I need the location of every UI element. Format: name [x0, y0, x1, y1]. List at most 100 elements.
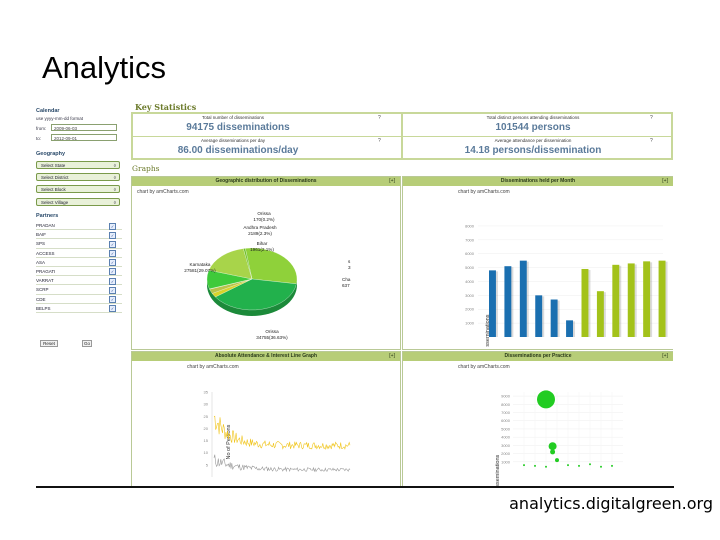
- partner-label: SPS: [36, 241, 46, 247]
- partner-row[interactable]: PRADAN ✓: [36, 221, 122, 231]
- key-statistics-title: Key Statistics: [135, 102, 197, 112]
- bar: [581, 268, 589, 337]
- sidebar: Calendar use yyyy-mm-dd format from: 200…: [33, 100, 125, 360]
- pie-label: 27581(29.07%): [184, 268, 216, 273]
- partner-label: BAIF: [36, 232, 47, 238]
- from-date-input[interactable]: 2009-06-03: [51, 124, 117, 131]
- select-block[interactable]: Select Block ◊: [36, 185, 120, 193]
- line-chart: 35 30 25 20 15 10 5 No of Persons: [204, 390, 351, 477]
- scatter-point: [523, 464, 525, 467]
- checkbox-checked-icon[interactable]: ✓: [109, 268, 116, 276]
- stat-label: Total number of disseminations: [201, 115, 265, 120]
- y-tick-label: 4000: [465, 279, 475, 284]
- expand-toggle[interactable]: [+]: [662, 352, 668, 361]
- checkbox-checked-icon[interactable]: ✓: [109, 286, 116, 294]
- bar-shadow: [511, 267, 514, 337]
- go-button[interactable]: Go: [82, 340, 92, 347]
- y-tick-label: 1000: [501, 459, 511, 464]
- partner-row[interactable]: BAIF ✓: [36, 230, 122, 240]
- help-icon[interactable]: ?: [378, 115, 381, 121]
- scatter-point: [550, 449, 556, 455]
- expand-toggle[interactable]: [+]: [389, 177, 395, 186]
- y-tick-label: 10: [204, 450, 209, 455]
- to-date-input[interactable]: 2012-09-01: [51, 134, 117, 141]
- y-tick-label: 7000: [465, 237, 475, 242]
- graphs-title: Graphs: [132, 164, 160, 173]
- help-icon[interactable]: ?: [650, 138, 653, 144]
- y-tick-label: 35: [204, 390, 209, 395]
- geography-title: Geography: [36, 151, 66, 157]
- bar-shadow: [573, 321, 576, 337]
- y-tick-label: 30: [204, 402, 209, 407]
- expand-toggle[interactable]: [+]: [662, 177, 668, 186]
- stat-value: 101544 persons: [495, 122, 571, 133]
- partner-row[interactable]: PRAGATI ✓: [36, 267, 122, 277]
- checkbox-checked-icon[interactable]: ✓: [109, 240, 116, 248]
- checkbox-checked-icon[interactable]: ✓: [109, 305, 116, 313]
- disseminations-per-month-panel: Disseminations held per Month [+] chart b…: [402, 176, 673, 350]
- footer-url: analytics.digitalgreen.org: [509, 494, 713, 513]
- checkbox-checked-icon[interactable]: ✓: [109, 259, 116, 267]
- pie-label: Orissa: [265, 329, 279, 334]
- panel-header: Disseminations per Practice [+]: [403, 352, 673, 361]
- y-tick-label: 8000: [465, 223, 475, 228]
- checkbox-checked-icon[interactable]: ✓: [109, 222, 116, 230]
- checkbox-checked-icon[interactable]: ✓: [109, 296, 116, 303]
- y-tick-label: 6000: [465, 251, 475, 256]
- y-tick-label: 9000: [501, 394, 511, 399]
- series-line-attendance: [213, 415, 351, 450]
- calendar-title: Calendar: [36, 108, 60, 114]
- y-tick-label: 4000: [501, 435, 511, 440]
- bar-shadow: [557, 300, 560, 337]
- partner-row[interactable]: VARRAT ✓: [36, 276, 122, 286]
- y-axis-label: No of Persons: [226, 424, 232, 459]
- pie-label: Karnataka: [190, 262, 211, 267]
- partner-row[interactable]: SPS ✓: [36, 239, 122, 249]
- checkbox-checked-icon[interactable]: ✓: [109, 231, 116, 239]
- pie-label-marker: 3: [348, 265, 351, 270]
- y-tick-label: 5000: [465, 265, 475, 270]
- pie-label: 1961(2.1%): [250, 247, 274, 252]
- stat-value: 86.00 disseminations/day: [177, 145, 299, 156]
- y-tick-label: 8000: [501, 402, 511, 407]
- chevron-down-icon: ◊: [113, 163, 116, 168]
- bar-shadow: [650, 262, 653, 337]
- checkbox-checked-icon[interactable]: ✓: [109, 277, 116, 285]
- partner-list: PRADAN ✓ BAIF ✓ SPS ✓ ACCESS ✓ ASA ✓ PRAGATI ✓ VARRA…: [36, 221, 122, 313]
- bar-shadow: [495, 271, 498, 337]
- pie-label: 2189(2.3%): [248, 231, 272, 236]
- bar: [627, 263, 635, 337]
- help-icon[interactable]: ?: [650, 115, 653, 121]
- stat-cell: Average disseminations per day ? 86.00 d…: [133, 137, 401, 158]
- expand-toggle[interactable]: [+]: [389, 352, 395, 361]
- pie-label: Orissa: [257, 211, 271, 216]
- partner-label: CDE: [36, 296, 46, 302]
- pie-label: Bihar: [257, 241, 268, 246]
- chart-credit: chart by amCharts.com: [137, 189, 189, 195]
- bar: [643, 261, 651, 337]
- checkbox-checked-icon[interactable]: ✓: [109, 250, 116, 258]
- geographic-distribution-panel: Geographic distribution of Dissemination…: [131, 176, 401, 350]
- y-tick-label: 3000: [501, 443, 511, 448]
- partner-row[interactable]: SCRP ✓: [36, 285, 122, 295]
- partner-row[interactable]: ASA ✓: [36, 258, 122, 267]
- y-axis-label: Disseminations: [495, 454, 501, 488]
- partner-row[interactable]: BELPS ✓: [36, 304, 122, 313]
- scatter-point: [537, 390, 555, 409]
- select-village[interactable]: Select Village ◊: [36, 198, 120, 206]
- partner-row[interactable]: ACCESS ✓: [36, 249, 122, 258]
- select-state[interactable]: Select State ◊: [36, 161, 120, 169]
- scatter-chart: 9000 8000 7000 6000 5000 4000 3000 2000 1000Diss…: [495, 390, 623, 488]
- bar: [612, 264, 620, 337]
- scatter-point: [611, 464, 613, 467]
- select-district[interactable]: Select District ◊: [36, 173, 120, 181]
- scatter-point: [600, 465, 602, 468]
- chevron-down-icon: ◊: [113, 175, 116, 180]
- bar-shadow: [588, 269, 591, 337]
- reset-button[interactable]: Reset: [40, 340, 58, 347]
- partner-row[interactable]: CDE ✓: [36, 295, 122, 304]
- y-tick-label: 20: [204, 426, 209, 431]
- help-icon[interactable]: ?: [378, 138, 381, 144]
- y-tick-label: 25: [204, 414, 209, 419]
- bar: [504, 266, 512, 337]
